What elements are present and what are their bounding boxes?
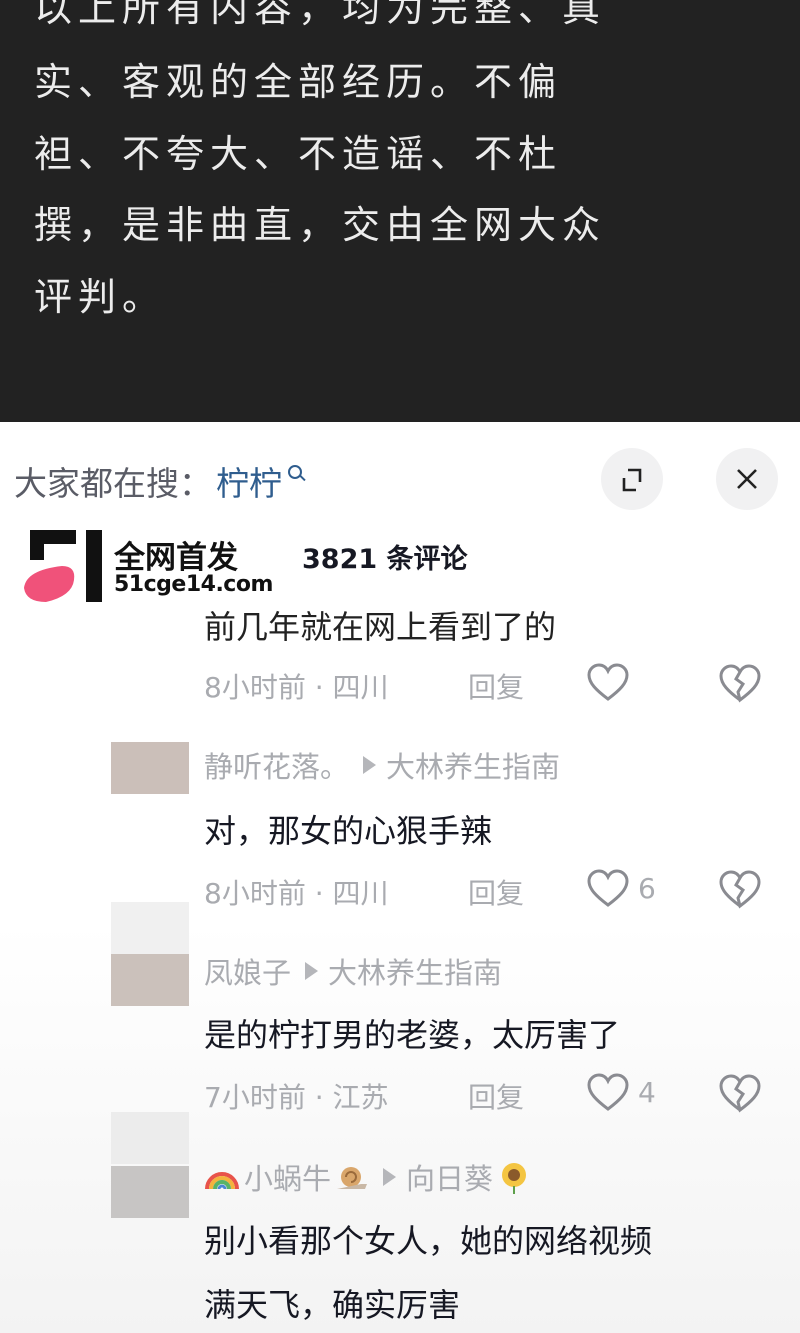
comment-text: 是的柠打男的老婆，太厉害了 xyxy=(204,1016,621,1054)
avatar[interactable] xyxy=(111,1166,189,1218)
post-text-line: 实、客观的全部经历。不偏 xyxy=(34,60,563,104)
watermark-logo: 全网首发 51cge14.com xyxy=(22,530,282,602)
avatar[interactable] xyxy=(111,954,189,1006)
close-button[interactable] xyxy=(716,448,778,510)
reply-to-author[interactable]: 大林养生指南 xyxy=(328,950,502,992)
post-text-area: 以上所有内容，均为完整、真 实、客观的全部经历。不偏 袒、不夸大、不造谣、不杜 … xyxy=(0,0,800,422)
reply-arrow-icon xyxy=(305,962,319,980)
comment-text: 前几年就在网上看到了的 xyxy=(204,608,557,646)
snail-icon xyxy=(337,1167,368,1189)
reply-to-author[interactable]: 大林养生指南 xyxy=(386,744,560,786)
expand-button[interactable] xyxy=(601,448,663,510)
comment-text-line: 满天飞，确实厉害 xyxy=(204,1286,461,1324)
comment-author-line: 小蜗牛 向日葵 xyxy=(204,1156,531,1198)
watermark-url: 51cge14.com xyxy=(114,572,273,597)
like-count: 4 xyxy=(638,1076,656,1109)
post-text-line: 袒、不夸大、不造谣、不杜 xyxy=(34,132,563,176)
post-text-line: 评判。 xyxy=(34,275,167,319)
broken-heart-icon[interactable] xyxy=(718,662,762,704)
search-suggestion[interactable]: 大家都在搜： 柠柠 xyxy=(14,456,310,506)
reply-button[interactable]: 回复 xyxy=(468,1076,524,1116)
expand-icon xyxy=(622,468,642,492)
comment-count: 3821 条评论 xyxy=(302,544,468,575)
avatar-blurred xyxy=(111,902,189,954)
reply-arrow-icon xyxy=(363,756,377,774)
watermark-title: 全网首发 xyxy=(114,540,238,576)
rainbow-icon xyxy=(205,1172,239,1190)
logo-51-icon xyxy=(24,530,102,602)
avatar[interactable] xyxy=(111,742,189,794)
search-icon xyxy=(284,461,310,501)
broken-heart-icon[interactable] xyxy=(718,1072,762,1114)
like-count: 6 xyxy=(638,872,656,905)
comment-text: 对，那女的心狠手辣 xyxy=(204,812,493,850)
post-text-line: 撰，是非曲直，交由全网大众 xyxy=(34,203,607,247)
reply-to-author[interactable]: 向日葵 xyxy=(406,1156,493,1198)
post-text-line: 以上所有内容，均为完整、真 xyxy=(34,0,607,30)
broken-heart-icon[interactable] xyxy=(718,868,762,910)
close-icon xyxy=(737,469,757,489)
comment-author[interactable]: 凤娘子 xyxy=(204,950,291,992)
heart-icon[interactable] xyxy=(586,662,630,702)
avatar-blurred xyxy=(111,1112,189,1164)
reply-arrow-icon xyxy=(383,1168,397,1186)
heart-icon[interactable] xyxy=(586,1072,630,1112)
sunflower-icon xyxy=(502,1163,527,1194)
comment-time-location: 8小时前 · 四川 xyxy=(204,877,389,910)
heart-icon[interactable] xyxy=(586,868,630,908)
comment-author[interactable]: 静听花落。 xyxy=(204,744,349,786)
search-suggestion-term[interactable]: 柠柠 xyxy=(216,457,282,505)
comment-time-location: 7小时前 · 江苏 xyxy=(204,1081,389,1114)
comment-panel: 大家都在搜： 柠柠 全网首发 51cge14.com 3821 条评论 前几年就… xyxy=(0,422,800,1333)
comment-time-location: 8小时前 · 四川 xyxy=(204,671,389,704)
reply-button[interactable]: 回复 xyxy=(468,872,524,912)
comment-author-line: 静听花落。 大林养生指南 xyxy=(204,744,560,786)
comment-author-line: 凤娘子 大林养生指南 xyxy=(204,950,502,992)
comment-text-line: 别小看那个女人，她的网络视频 xyxy=(204,1222,653,1260)
reply-button[interactable]: 回复 xyxy=(468,666,524,706)
search-suggestion-prefix: 大家都在搜： xyxy=(14,464,212,503)
comment-author[interactable]: 小蜗牛 xyxy=(244,1156,331,1198)
